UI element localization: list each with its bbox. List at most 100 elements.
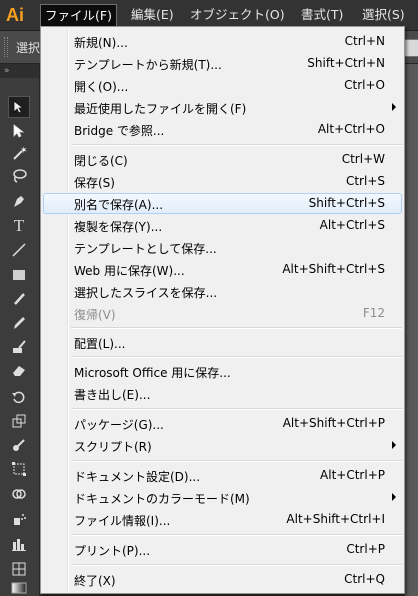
menu-item-save-for-microsoft-office[interactable]: Microsoft Office 用に保存... bbox=[43, 361, 402, 382]
app-logo: Ai bbox=[6, 5, 24, 25]
menu-item-label: Bridge で参照... bbox=[74, 124, 165, 138]
menu-item-label: 複製を保存(Y)... bbox=[74, 220, 163, 234]
menu-item-shortcut: Shift+Ctrl+N bbox=[307, 56, 385, 70]
direct-selection-tool-icon[interactable] bbox=[8, 120, 30, 142]
menu-item-label: 配置(L)... bbox=[74, 337, 126, 351]
tools-panel-collapse-icon[interactable]: » bbox=[0, 64, 39, 78]
menu-separator bbox=[71, 144, 402, 146]
menu-item-new-from-template[interactable]: テンプレートから新規(T)... Shift+Ctrl+N bbox=[43, 53, 402, 74]
menu-item-shortcut: Alt+Ctrl+O bbox=[317, 122, 385, 136]
pencil-tool-icon[interactable] bbox=[8, 312, 30, 334]
scale-tool-icon[interactable] bbox=[8, 410, 30, 432]
menu-item-save[interactable]: 保存(S) Ctrl+S bbox=[43, 171, 402, 192]
type-tool-icon[interactable]: T bbox=[8, 215, 30, 237]
menu-item-label: 別名で保存(A)... bbox=[74, 198, 164, 212]
menu-item-shortcut: Shift+Ctrl+S bbox=[308, 196, 385, 210]
menu-item-scripts[interactable]: スクリプト(R) bbox=[43, 435, 402, 456]
menu-item-label: テンプレートとして保存... bbox=[74, 242, 217, 256]
menu-item-save-for-web[interactable]: Web 用に保存(W)... Alt+Shift+Ctrl+S bbox=[43, 259, 402, 280]
menu-item-label: 選択したスライスを保存... bbox=[74, 286, 218, 300]
menu-item-shortcut: F12 bbox=[362, 306, 385, 320]
menu-separator bbox=[71, 408, 402, 410]
blob-brush-tool-icon[interactable] bbox=[8, 336, 30, 358]
menu-select[interactable]: 選択(S) bbox=[358, 4, 409, 26]
control-bar-grip[interactable] bbox=[4, 37, 8, 57]
menu-item-save-as[interactable]: 別名で保存(A)... Shift+Ctrl+S bbox=[43, 193, 402, 214]
menu-item-label: ファイル情報(I)... bbox=[74, 514, 171, 528]
menu-item-shortcut: Alt+Shift+Ctrl+P bbox=[282, 416, 385, 430]
line-tool-icon[interactable] bbox=[8, 239, 30, 261]
pen-tool-icon[interactable] bbox=[8, 190, 30, 212]
menu-type[interactable]: 書式(T) bbox=[297, 4, 347, 26]
magic-wand-tool-icon[interactable]: ✶ bbox=[8, 142, 30, 164]
menu-item-document-color-mode[interactable]: ドキュメントのカラーモード(M) bbox=[43, 487, 402, 508]
menu-item-revert[interactable]: 復帰(V) F12 bbox=[43, 303, 402, 324]
menu-item-open[interactable]: 開く(O)... Ctrl+O bbox=[43, 75, 402, 96]
menu-item-shortcut: Ctrl+Q bbox=[344, 572, 385, 586]
menu-item-open-recent[interactable]: 最近使用したファイルを開く(F) bbox=[43, 97, 402, 118]
menu-item-place[interactable]: 配置(L)... bbox=[43, 332, 402, 353]
menu-item-shortcut: Ctrl+N bbox=[344, 34, 385, 48]
menu-item-label: Microsoft Office 用に保存... bbox=[74, 366, 231, 380]
menu-item-browse-in-bridge[interactable]: Bridge で参照... Alt+Ctrl+O bbox=[43, 119, 402, 140]
menu-item-close[interactable]: 閉じる(C) Ctrl+W bbox=[43, 149, 402, 170]
menu-item-label: 閉じる(C) bbox=[74, 154, 128, 168]
eraser-tool-icon[interactable] bbox=[8, 359, 30, 381]
menu-item-shortcut: Alt+Shift+Ctrl+S bbox=[282, 262, 385, 276]
lasso-tool-icon[interactable] bbox=[8, 165, 30, 187]
menu-edit[interactable]: 編集(E) bbox=[127, 4, 178, 26]
menu-separator bbox=[71, 564, 402, 566]
menu-item-label: ドキュメントのカラーモード(M) bbox=[74, 492, 250, 506]
menu-item-new[interactable]: 新規(N)... Ctrl+N bbox=[43, 31, 402, 52]
submenu-arrow-icon bbox=[392, 103, 396, 111]
symbol-sprayer-tool-icon[interactable] bbox=[8, 508, 30, 530]
menu-object[interactable]: オブジェクト(O) bbox=[186, 4, 289, 26]
menu-item-label: 最近使用したファイルを開く(F) bbox=[74, 102, 247, 116]
menu-item-save-as-template[interactable]: テンプレートとして保存... bbox=[43, 237, 402, 258]
document-area bbox=[405, 64, 418, 596]
selection-tool-icon[interactable] bbox=[8, 96, 30, 118]
shape-builder-tool-icon[interactable] bbox=[8, 483, 30, 505]
menu-item-document-setup[interactable]: ドキュメント設定(D)... Alt+Ctrl+P bbox=[43, 465, 402, 486]
menu-item-label: 復帰(V) bbox=[74, 308, 116, 322]
column-graph-tool-icon[interactable] bbox=[8, 533, 30, 555]
menu-item-shortcut: Ctrl+S bbox=[345, 174, 385, 188]
menu-item-shortcut: Ctrl+W bbox=[341, 152, 385, 166]
rectangle-tool-icon[interactable] bbox=[8, 264, 30, 286]
menu-item-print[interactable]: プリント(P)... Ctrl+P bbox=[43, 539, 402, 560]
menu-item-label: プリント(P)... bbox=[74, 544, 151, 558]
menu-item-label: スクリプト(R) bbox=[74, 440, 152, 454]
menu-item-export[interactable]: 書き出し(E)... bbox=[43, 383, 402, 404]
submenu-arrow-icon bbox=[392, 493, 396, 501]
rotate-tool-icon[interactable] bbox=[8, 386, 30, 408]
gradient-tool-icon[interactable] bbox=[8, 580, 30, 596]
menu-item-label: 保存(S) bbox=[74, 176, 115, 190]
file-menu-dropdown: 新規(N)... Ctrl+N テンプレートから新規(T)... Shift+C… bbox=[40, 26, 405, 594]
menu-item-shortcut: Ctrl+O bbox=[344, 78, 385, 92]
menu-item-label: Web 用に保存(W)... bbox=[74, 264, 185, 278]
menu-item-shortcut: Alt+Shift+Ctrl+I bbox=[286, 512, 385, 526]
menu-separator bbox=[71, 327, 402, 329]
menu-item-save-selected-slices[interactable]: 選択したスライスを保存... bbox=[43, 281, 402, 302]
svg-text:✶: ✶ bbox=[20, 146, 27, 156]
menu-item-label: 新規(N)... bbox=[74, 36, 128, 50]
menu-item-shortcut: Alt+Ctrl+S bbox=[319, 218, 385, 232]
menu-item-save-a-copy[interactable]: 複製を保存(Y)... Alt+Ctrl+S bbox=[43, 215, 402, 236]
tools-panel: » ✶ T bbox=[0, 64, 40, 596]
paintbrush-tool-icon[interactable] bbox=[8, 288, 30, 310]
menu-item-package[interactable]: パッケージ(G)... Alt+Shift+Ctrl+P bbox=[43, 413, 402, 434]
menu-file[interactable]: ファイル(F) bbox=[40, 4, 117, 27]
menu-item-exit[interactable]: 終了(X) Ctrl+Q bbox=[43, 569, 402, 590]
mesh-tool-icon[interactable] bbox=[8, 558, 30, 580]
menu-item-label: テンプレートから新規(T)... bbox=[74, 58, 222, 72]
submenu-arrow-icon bbox=[392, 441, 396, 449]
menu-separator bbox=[71, 356, 402, 358]
menu-item-label: 書き出し(E)... bbox=[74, 388, 151, 402]
menu-item-shortcut: Ctrl+P bbox=[346, 542, 385, 556]
menu-separator bbox=[71, 460, 402, 462]
menu-item-label: ドキュメント設定(D)... bbox=[74, 470, 201, 484]
menu-item-file-info[interactable]: ファイル情報(I)... Alt+Shift+Ctrl+I bbox=[43, 509, 402, 530]
warp-tool-icon[interactable] bbox=[8, 434, 30, 456]
menu-item-label: パッケージ(G)... bbox=[74, 418, 164, 432]
free-transform-tool-icon[interactable] bbox=[8, 458, 30, 480]
